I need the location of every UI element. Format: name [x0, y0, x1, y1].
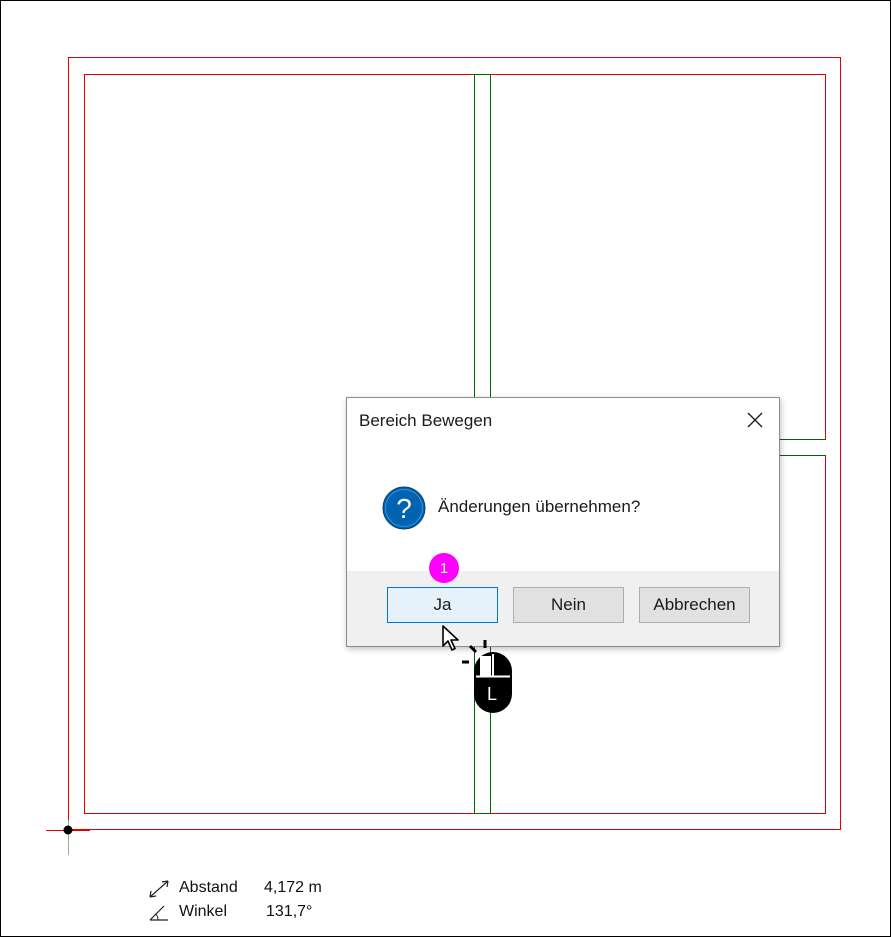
room-right-top: [490, 74, 826, 440]
question-icon: ?: [382, 486, 426, 530]
dialog-title: Bereich Bewegen: [359, 411, 493, 430]
distance-value: 4,172 m: [264, 879, 322, 896]
angle-value: 131,7°: [266, 903, 313, 920]
close-icon[interactable]: [745, 410, 765, 430]
angle-label: Winkel: [179, 903, 228, 920]
svg-text:?: ?: [396, 493, 412, 524]
cancel-button[interactable]: Abbrechen: [639, 587, 750, 623]
confirm-dialog: Bereich Bewegen ? Änderungen übernehmen?…: [346, 397, 780, 647]
yes-button[interactable]: Ja: [387, 587, 498, 623]
no-button[interactable]: Nein: [513, 587, 624, 623]
distance-icon: [149, 880, 169, 898]
step-badge: 1: [429, 553, 459, 583]
distance-label: Abstand: [179, 879, 238, 896]
dialog-message: Änderungen übernehmen?: [438, 497, 641, 516]
mouse-left-click-icon: L: [462, 640, 512, 713]
mouse-button-label: L: [487, 684, 497, 704]
dialog-button-bar: Ja Nein Abbrechen: [347, 571, 779, 646]
origin-marker: [46, 820, 90, 855]
angle-icon: [149, 905, 168, 921]
